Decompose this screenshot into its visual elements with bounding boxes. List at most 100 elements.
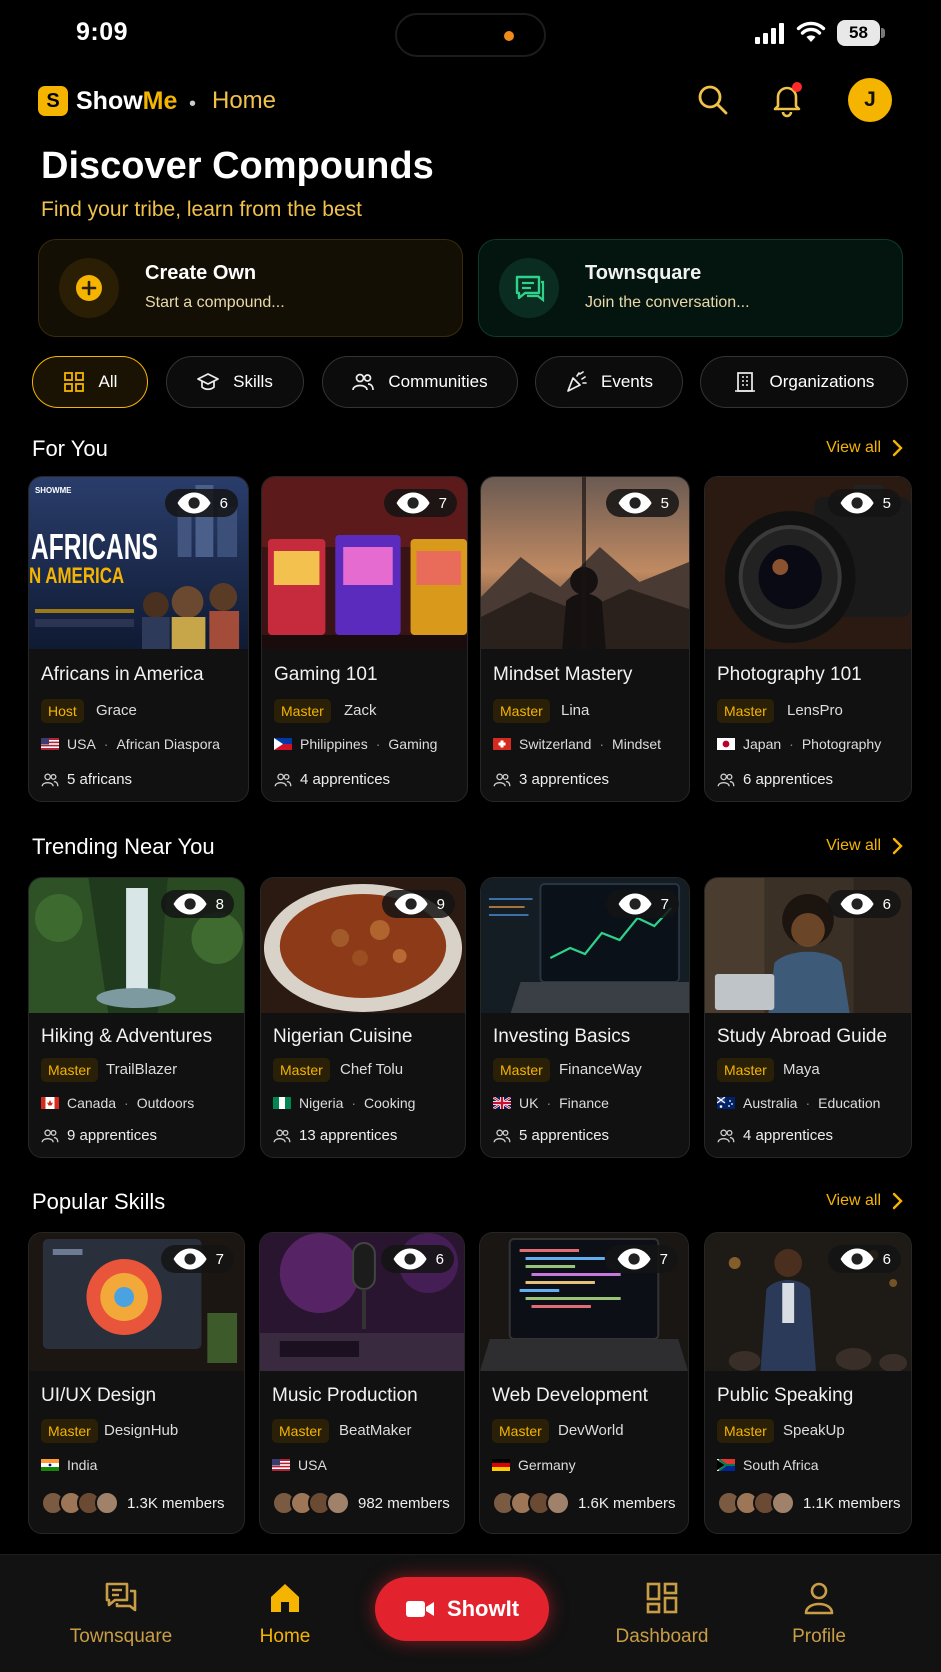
breadcrumb-separator: • (189, 93, 197, 115)
nav-profile-label: Profile (792, 1626, 846, 1647)
compound-card-investing[interactable]: 7 Investing Basics Master FinanceWay UK ·… (480, 877, 690, 1158)
role-badge: Master (41, 1419, 98, 1443)
card-image: 7 (262, 477, 467, 649)
users-icon (352, 373, 375, 391)
role-badge: Host (41, 699, 84, 723)
card-image: 7 (481, 878, 689, 1013)
location-row: Nigeria · Cooking (273, 1095, 415, 1111)
host-name: LensPro (787, 702, 843, 719)
filter-all[interactable]: All (32, 356, 148, 408)
views-count: 7 (438, 494, 447, 512)
flag-india-icon (41, 1459, 59, 1471)
users-icon (717, 1129, 735, 1142)
view-all-label: View all (826, 1192, 881, 1209)
member-count: 5 apprentices (519, 1127, 610, 1144)
create-own-card[interactable]: Create Own Start a compound... (38, 239, 463, 337)
notifications-button[interactable] (768, 80, 806, 118)
member-avatars (492, 1491, 570, 1515)
brand-name[interactable]: ShowMe (76, 87, 177, 116)
compound-card-gaming[interactable]: 7 Gaming 101 Master Zack Philippines · Gam… (261, 476, 468, 802)
views-badge: 6 (165, 489, 238, 517)
wifi-icon (796, 21, 826, 42)
dynamic-island (395, 13, 546, 57)
member-avatar (546, 1491, 570, 1515)
views-badge: 6 (828, 1245, 901, 1273)
app-header: S ShowMe • Home J (0, 70, 941, 130)
member-row: 982 members (272, 1491, 450, 1515)
flag-canada-icon (41, 1097, 59, 1109)
category: Gaming (388, 736, 438, 752)
filter-all-label: All (98, 372, 118, 391)
views-count: 6 (882, 895, 891, 913)
card-title: Music Production (272, 1385, 418, 1406)
host-name: BeatMaker (339, 1422, 412, 1439)
chat-icon (515, 275, 545, 303)
country: USA (298, 1457, 327, 1473)
location-row: USA (272, 1457, 327, 1473)
card-image: 6 (705, 878, 911, 1013)
users-icon (41, 773, 59, 786)
notification-badge (792, 82, 802, 92)
views-badge: 5 (606, 489, 679, 517)
video-camera-icon (405, 1601, 434, 1617)
location-row: Germany (492, 1457, 576, 1473)
filter-skills[interactable]: Skills (166, 356, 304, 408)
location-row: Switzerland · Mindset (493, 736, 661, 752)
nav-profile[interactable]: Profile (778, 1555, 860, 1672)
camera-indicator-dot (504, 31, 514, 41)
compound-card-nigerian-cuisine[interactable]: 9 Nigerian Cuisine Master Chef Tolu Nige… (260, 877, 466, 1158)
nav-townsquare[interactable]: Townsquare (58, 1555, 184, 1672)
view-all-popular-skills[interactable]: View all (826, 1192, 903, 1210)
card-title: Mindset Mastery (493, 664, 633, 685)
flag-usa-icon (41, 738, 59, 750)
member-row: 5 africans (41, 771, 132, 788)
filter-chips: All Skills Communities Events Organizati… (32, 356, 912, 408)
location-row: Philippines · Gaming (274, 736, 437, 752)
country: Germany (518, 1457, 576, 1473)
eye-icon (178, 492, 212, 514)
user-avatar[interactable]: J (848, 78, 892, 122)
card-title: Africans in America (41, 664, 204, 685)
skill-card-uiux[interactable]: 7 UI/UX Design Master DesignHub India 1.… (28, 1232, 245, 1534)
views-count: 5 (882, 494, 891, 512)
compound-card-hiking[interactable]: 8 Hiking & Adventures Master TrailBlazer… (28, 877, 245, 1158)
views-count: 7 (659, 1250, 668, 1268)
nav-dashboard[interactable]: Dashboard (607, 1555, 717, 1672)
view-all-for-you[interactable]: View all (826, 439, 903, 457)
member-row: 1.6K members (492, 1491, 676, 1515)
plus-circle-icon (76, 275, 102, 301)
card-title: Photography 101 (717, 664, 862, 685)
member-count: 1.3K members (127, 1494, 225, 1512)
townsquare-card[interactable]: Townsquare Join the conversation... (478, 239, 903, 337)
filter-events[interactable]: Events (535, 356, 683, 408)
compound-card-mindset[interactable]: 5 Mindset Mastery Master Lina Switzerlan… (480, 476, 690, 802)
location-row: Australia · Education (717, 1095, 880, 1111)
eye-icon (841, 1248, 875, 1270)
showme-logo-icon[interactable]: S (38, 86, 68, 116)
flag-philippines-icon (274, 738, 292, 750)
eye-icon (395, 893, 429, 915)
showit-button[interactable]: ShowIt (375, 1577, 549, 1641)
compound-card-photography[interactable]: 5 Photography 101 Master LensPro Japan · P… (704, 476, 912, 802)
image-headline-2: N AMERICA (29, 563, 124, 588)
skill-card-web-development[interactable]: 7 Web Development Master DevWorld German… (479, 1232, 689, 1534)
skill-card-music-production[interactable]: 6 Music Production Master BeatMaker USA … (259, 1232, 465, 1534)
member-row: 1.1K members (717, 1491, 901, 1515)
filter-organizations[interactable]: Organizations (700, 356, 908, 408)
host-name: Chef Tolu (340, 1061, 404, 1078)
compound-card-africans[interactable]: SHOWME AFRICANS N AMERICA 6 Africans in … (28, 476, 249, 802)
users-icon (493, 773, 511, 786)
views-count: 6 (435, 1250, 444, 1268)
role-badge: Master (41, 1058, 98, 1082)
compound-card-study-abroad[interactable]: 6 Study Abroad Guide Master Maya Austral… (704, 877, 912, 1158)
views-count: 6 (219, 494, 228, 512)
users-icon (717, 773, 735, 786)
card-title: Nigerian Cuisine (273, 1026, 413, 1047)
location-row: Japan · Photography (717, 736, 881, 752)
filter-communities[interactable]: Communities (322, 356, 518, 408)
view-all-trending[interactable]: View all (826, 837, 903, 855)
skill-card-public-speaking[interactable]: 6 Public Speaking Master SpeakUp South A… (704, 1232, 912, 1534)
search-icon[interactable] (695, 82, 731, 118)
chevron-right-icon (892, 1192, 903, 1210)
nav-home[interactable]: Home (240, 1555, 330, 1672)
